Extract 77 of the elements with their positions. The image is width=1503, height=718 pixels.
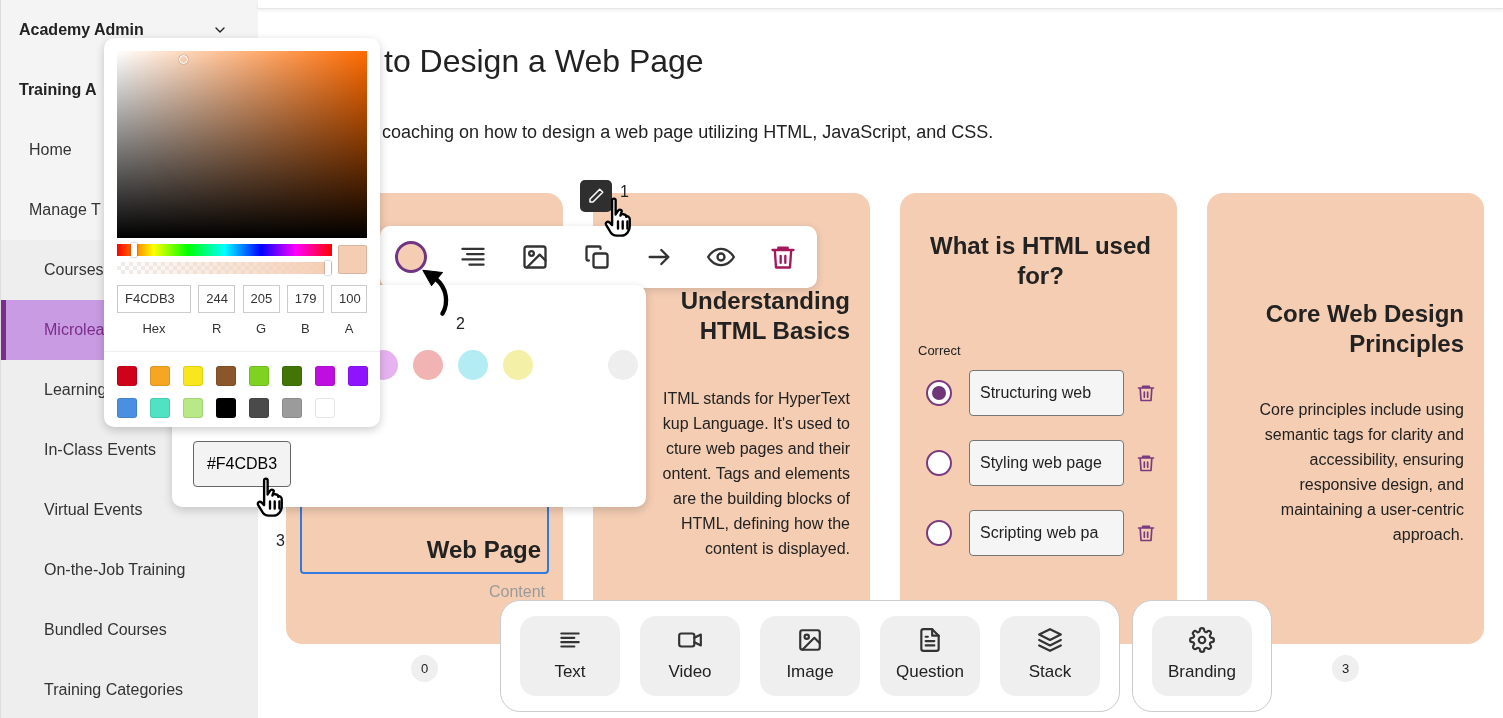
section-title: Academy Admin xyxy=(19,20,144,40)
radio-button[interactable] xyxy=(926,379,952,406)
preset-swatch[interactable] xyxy=(150,397,170,418)
preset-swatch[interactable] xyxy=(183,397,203,418)
field-label: G xyxy=(255,320,267,338)
preset-swatch[interactable] xyxy=(282,365,302,386)
preset-swatch[interactable] xyxy=(282,397,302,418)
radio-button[interactable] xyxy=(926,519,952,546)
pencil-icon xyxy=(587,187,605,205)
color-dot[interactable] xyxy=(413,350,443,380)
page-number: 3 xyxy=(1332,655,1359,682)
saturation-area[interactable] xyxy=(117,51,367,238)
add-block-button[interactable]: Text xyxy=(520,616,620,696)
add-block-button[interactable]: Branding xyxy=(1152,616,1252,696)
preset-swatch[interactable] xyxy=(117,365,137,386)
document-icon xyxy=(917,627,943,654)
step-number: 1 xyxy=(620,182,629,202)
step-number: 3 xyxy=(276,531,285,551)
layers-icon xyxy=(1037,627,1063,654)
step-number: 2 xyxy=(456,314,465,334)
card-heading: Core Web Design Principles xyxy=(1264,299,1464,359)
field-label: R xyxy=(212,320,222,338)
add-block-button[interactable]: Question xyxy=(880,616,980,696)
color-swatch[interactable] xyxy=(395,241,427,273)
input-field[interactable]: 100 xyxy=(331,285,367,313)
edit-button[interactable] xyxy=(580,180,612,212)
image-icon[interactable] xyxy=(521,243,549,271)
copy-icon[interactable] xyxy=(583,243,611,271)
preset-swatch[interactable] xyxy=(150,365,170,386)
add-block-button[interactable]: Stack xyxy=(1000,616,1100,696)
answer-field[interactable]: Scripting web pa xyxy=(969,509,1124,556)
preset-swatch[interactable] xyxy=(216,365,236,386)
slide-card[interactable]: Core Web Design Principles Core principles include using semantic tags for clarity and accessibility, ensuring responsive design, and maintaining a user-centric approach. xyxy=(1207,193,1484,644)
preset-swatch[interactable] xyxy=(249,397,269,418)
section-title: Training A xyxy=(19,80,97,100)
preset-swatch[interactable] xyxy=(183,365,203,386)
input-field[interactable]: F4CDB3 xyxy=(117,285,191,313)
sidebar-item[interactable]: Training Categories xyxy=(1,660,258,718)
input-field[interactable]: 205 xyxy=(242,285,280,313)
image-icon xyxy=(797,627,823,654)
field-label: B xyxy=(300,320,310,338)
color-dot[interactable] xyxy=(503,350,533,380)
preset-swatch[interactable] xyxy=(315,365,335,386)
page-description: coaching on how to design a web page utilizing HTML, JavaScript, and CSS. xyxy=(382,121,995,144)
field-label: Hex xyxy=(142,320,166,338)
card-heading: Understanding HTML Basics xyxy=(679,286,850,346)
slider-thumb[interactable] xyxy=(131,243,138,257)
answer-field[interactable]: Styling web page xyxy=(969,439,1124,486)
add-block-button[interactable]: Image xyxy=(760,616,860,696)
card-text: ITML stands for HyperText kup Language. It's used to cture web pages and their ontent. Tags and elements are the building blocks of HTML, defining how the content is displayed. xyxy=(661,389,850,559)
alpha-slider[interactable] xyxy=(117,262,332,274)
sidebar-item[interactable]: Bundled Courses xyxy=(1,600,258,660)
sidebar-item[interactable]: On-the-Job Training xyxy=(1,540,258,600)
slide-card[interactable]: What is HTML used for? Correct Structuring web Styling web page Scripting web pa xyxy=(900,193,1177,644)
input-field[interactable]: 179 xyxy=(286,285,324,313)
field-label: A xyxy=(344,320,354,338)
preset-swatch[interactable] xyxy=(348,365,368,386)
color-preview xyxy=(338,244,367,274)
preset-swatch[interactable] xyxy=(117,397,137,418)
gear-icon xyxy=(1189,627,1215,654)
color-dot[interactable] xyxy=(458,350,488,380)
radio-button[interactable] xyxy=(926,449,952,476)
card-text: Core principles include using semantic tags for clarity and accessibility, ensuring responsive design, and maintaining a user-centric approach. xyxy=(1258,400,1464,545)
correct-label: Correct xyxy=(918,342,962,360)
preset-swatch[interactable] xyxy=(216,397,236,418)
card-type-label: Content xyxy=(487,582,545,602)
hex-button[interactable]: #F4CDB3 xyxy=(193,441,291,487)
preset-swatch[interactable] xyxy=(249,365,269,386)
hue-slider[interactable] xyxy=(117,244,332,256)
page-number: 0 xyxy=(411,655,438,682)
question-heading: What is HTML used for? xyxy=(929,231,1152,291)
page-title: to Design a Web Page xyxy=(384,42,705,80)
slider-thumb[interactable] xyxy=(324,261,331,275)
preset-swatch[interactable] xyxy=(315,397,335,418)
input-field[interactable]: 244 xyxy=(198,285,236,313)
add-block-button[interactable]: Video xyxy=(640,616,740,696)
answer-field[interactable]: Structuring web xyxy=(969,369,1124,416)
